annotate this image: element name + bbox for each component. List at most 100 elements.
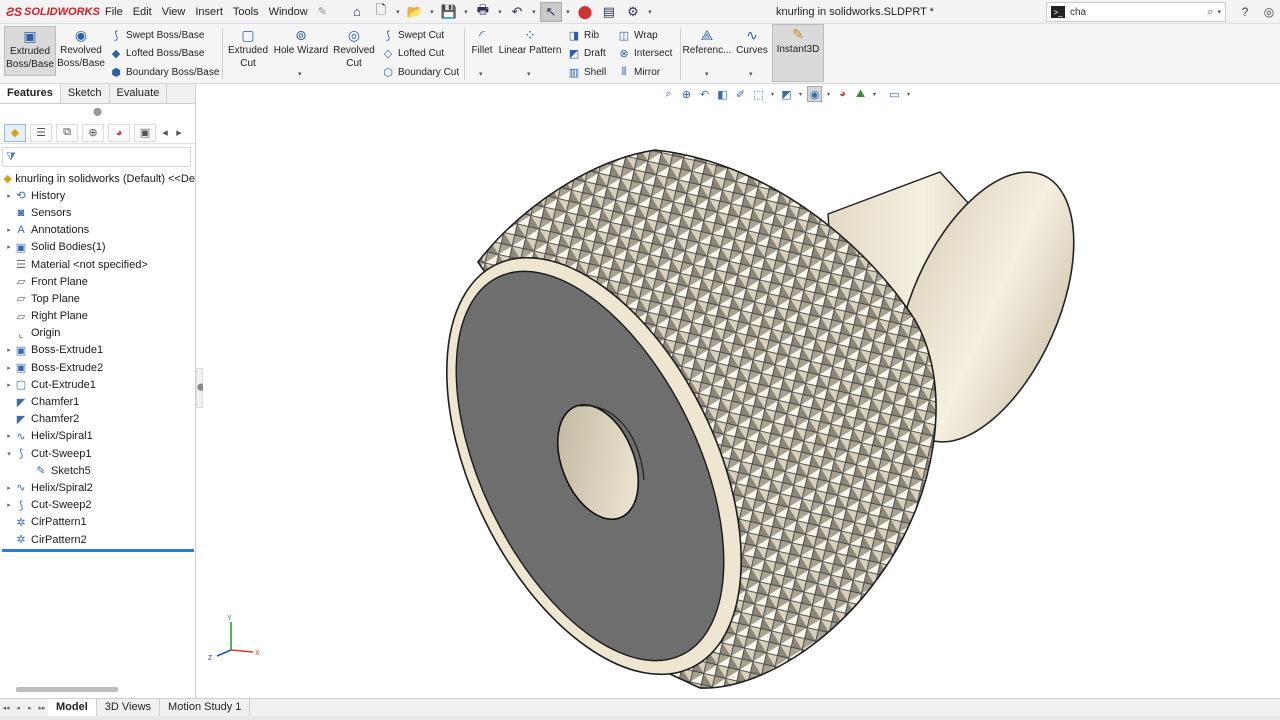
- revolved-cut-button[interactable]: ◎ Revolved Cut: [332, 26, 376, 76]
- help-icon[interactable]: ?: [1236, 3, 1254, 21]
- tabs-scroll-left-icon[interactable]: ◂: [160, 124, 170, 142]
- tree-item[interactable]: ◤ Chamfer2: [0, 411, 195, 428]
- expand-arrow-icon[interactable]: ▸: [4, 243, 14, 251]
- tree-item[interactable]: ▸ ▢ Cut-Extrude1: [0, 376, 195, 393]
- tab-features[interactable]: Features: [0, 84, 61, 103]
- options-dropdown-icon[interactable]: ▾: [646, 8, 654, 16]
- tree-item[interactable]: ▸ ⟲ History: [0, 187, 195, 204]
- tree-item[interactable]: ▸ ▣ Boss-Extrude2: [0, 359, 195, 376]
- menu-file[interactable]: File: [100, 0, 128, 24]
- swept-boss-button[interactable]: ⟆ Swept Boss/Base: [108, 27, 205, 44]
- expand-arrow-icon[interactable]: ▸: [4, 484, 14, 492]
- new-dropdown-icon[interactable]: ▾: [394, 8, 402, 16]
- print-icon[interactable]: 🖶: [472, 2, 494, 22]
- menu-tools[interactable]: Tools: [228, 0, 264, 24]
- tree-item[interactable]: ✲ CirPattern2: [0, 531, 195, 548]
- expand-arrow-icon[interactable]: ▸: [4, 432, 14, 440]
- tab-model[interactable]: Model: [48, 699, 97, 716]
- panel-collapse-handle[interactable]: ⬤: [0, 104, 195, 122]
- tree-item[interactable]: ▱ Front Plane: [0, 273, 195, 290]
- tab-scroll-last-icon[interactable]: ▸▸: [36, 704, 48, 712]
- hole-wizard-button[interactable]: ⊚ Hole Wizard: [272, 26, 330, 76]
- swept-cut-button[interactable]: ⟆ Swept Cut: [380, 27, 444, 44]
- tabs-scroll-right-icon[interactable]: ▸: [174, 124, 184, 142]
- tab-scroll-prev-icon[interactable]: ◂: [12, 704, 24, 712]
- tree-item[interactable]: ✲ CirPattern1: [0, 514, 195, 531]
- fillet-button[interactable]: ◜ Fillet: [468, 26, 496, 76]
- tree-item[interactable]: ⌞ Origin: [0, 325, 195, 342]
- search-icon[interactable]: ⌕: [1207, 6, 1213, 19]
- tree-root[interactable]: ◆ knurling in solidworks (Default) <<De: [0, 170, 195, 187]
- new-document-icon[interactable]: 🗋: [370, 2, 392, 22]
- tree-item[interactable]: ▸ ∿ Helix/Spiral2: [0, 479, 195, 496]
- knurled-part-model[interactable]: [203, 84, 1280, 698]
- expand-arrow-icon[interactable]: ▸: [4, 364, 14, 372]
- curves-dropdown-icon[interactable]: ▾: [749, 70, 753, 78]
- extruded-boss-button[interactable]: ▣ Extruded Boss/Base: [4, 26, 56, 76]
- undo-dropdown-icon[interactable]: ▾: [530, 8, 538, 16]
- options-gear-icon[interactable]: ⚙: [622, 2, 644, 22]
- tree-item[interactable]: ▸ ⟆ Cut-Sweep2: [0, 497, 195, 514]
- tree-item[interactable]: ▱ Right Plane: [0, 308, 195, 325]
- solidworks-logo[interactable]: ƧS SOLIDWORKS: [0, 5, 100, 19]
- display-manager-tab-icon[interactable]: ◕: [108, 123, 130, 142]
- expand-arrow-icon[interactable]: ▸: [4, 501, 14, 509]
- user-icon[interactable]: ◎: [1260, 3, 1278, 21]
- cam-manager-tab-icon[interactable]: ▣: [134, 123, 156, 142]
- tab-scroll-next-icon[interactable]: ▸: [24, 704, 36, 712]
- search-dropdown-icon[interactable]: ▾: [1217, 8, 1221, 16]
- reference-geometry-button[interactable]: ⟁ Referenc...: [683, 26, 732, 76]
- tree-item[interactable]: ▱ Top Plane: [0, 290, 195, 307]
- open-folder-icon[interactable]: 📂: [404, 2, 426, 22]
- tab-evaluate[interactable]: Evaluate: [110, 84, 168, 103]
- rib-button[interactable]: ◨ Rib: [566, 27, 599, 44]
- pin-menu-icon[interactable]: ✎: [313, 0, 332, 24]
- mirror-button[interactable]: ⫴ Mirror: [616, 64, 660, 81]
- tab-sketch[interactable]: Sketch: [61, 84, 110, 103]
- lofted-cut-button[interactable]: ◇ Lofted Cut: [380, 45, 444, 62]
- undo-icon[interactable]: ↶: [506, 2, 528, 22]
- expand-arrow-icon[interactable]: ▸: [4, 226, 14, 234]
- reference-dropdown-icon[interactable]: ▾: [705, 70, 709, 78]
- draft-button[interactable]: ◩ Draft: [566, 45, 606, 62]
- tree-item[interactable]: ◤ Chamfer1: [0, 393, 195, 410]
- tab-3d-views[interactable]: 3D Views: [97, 699, 161, 716]
- intersect-button[interactable]: ⊗ Intersect: [616, 45, 672, 62]
- search-box[interactable]: >_ ⌕ ▾: [1046, 2, 1226, 22]
- tree-item[interactable]: ▸ A Annotations: [0, 222, 195, 239]
- tree-item[interactable]: ▸ ▣ Boss-Extrude1: [0, 342, 195, 359]
- fillet-dropdown-icon[interactable]: ▾: [479, 70, 483, 78]
- tree-item[interactable]: ☰ Material <not specified>: [0, 256, 195, 273]
- tree-item[interactable]: ✎ Sketch5: [0, 462, 195, 479]
- file-properties-icon[interactable]: ▤: [598, 2, 620, 22]
- curves-button[interactable]: ∿ Curves: [734, 26, 770, 76]
- save-icon[interactable]: 💾: [438, 2, 460, 22]
- tree-item[interactable]: ▸ ∿ Helix/Spiral1: [0, 428, 195, 445]
- boundary-cut-button[interactable]: ⬡ Boundary Cut: [380, 64, 459, 81]
- home-icon[interactable]: ⌂: [346, 2, 368, 22]
- expand-arrow-icon[interactable]: ▾: [4, 450, 14, 458]
- extruded-cut-button[interactable]: ▢ Extruded Cut: [226, 26, 270, 76]
- property-manager-tab-icon[interactable]: ☰: [30, 123, 52, 142]
- expand-arrow-icon[interactable]: ▸: [4, 346, 14, 354]
- view-triad[interactable]: Y X Z: [205, 612, 265, 672]
- shell-button[interactable]: ▥ Shell: [566, 64, 606, 81]
- tab-motion-study[interactable]: Motion Study 1: [160, 699, 251, 716]
- select-dropdown-icon[interactable]: ▾: [564, 8, 572, 16]
- tab-scroll-first-icon[interactable]: ◂◂: [0, 704, 12, 712]
- panel-splitter[interactable]: ⬤: [196, 368, 205, 408]
- menu-edit[interactable]: Edit: [128, 0, 157, 24]
- open-dropdown-icon[interactable]: ▾: [428, 8, 436, 16]
- graphics-area[interactable]: ⌕ ⊕ ↶ ◧ ✐ ⬚ ▾ ◩ ▾ ◉ ▾ ◕ ⛰ ▾ ▭ ▾ Y X Z: [203, 84, 1280, 698]
- menu-window[interactable]: Window: [264, 0, 313, 24]
- tree-item[interactable]: ▸ ▣ Solid Bodies(1): [0, 239, 195, 256]
- tree-item[interactable]: ▾ ⟆ Cut-Sweep1: [0, 445, 195, 462]
- panel-horizontal-scrollbar[interactable]: [16, 687, 118, 692]
- instant3d-button[interactable]: ✎ Instant3D: [772, 24, 824, 82]
- menu-view[interactable]: View: [157, 0, 191, 24]
- configuration-manager-tab-icon[interactable]: ⧉: [56, 123, 78, 142]
- linear-pattern-button[interactable]: ⁘ Linear Pattern: [498, 26, 562, 76]
- print-dropdown-icon[interactable]: ▾: [496, 8, 504, 16]
- select-arrow-icon[interactable]: ↖: [539, 1, 562, 22]
- expand-arrow-icon[interactable]: ▸: [4, 381, 14, 389]
